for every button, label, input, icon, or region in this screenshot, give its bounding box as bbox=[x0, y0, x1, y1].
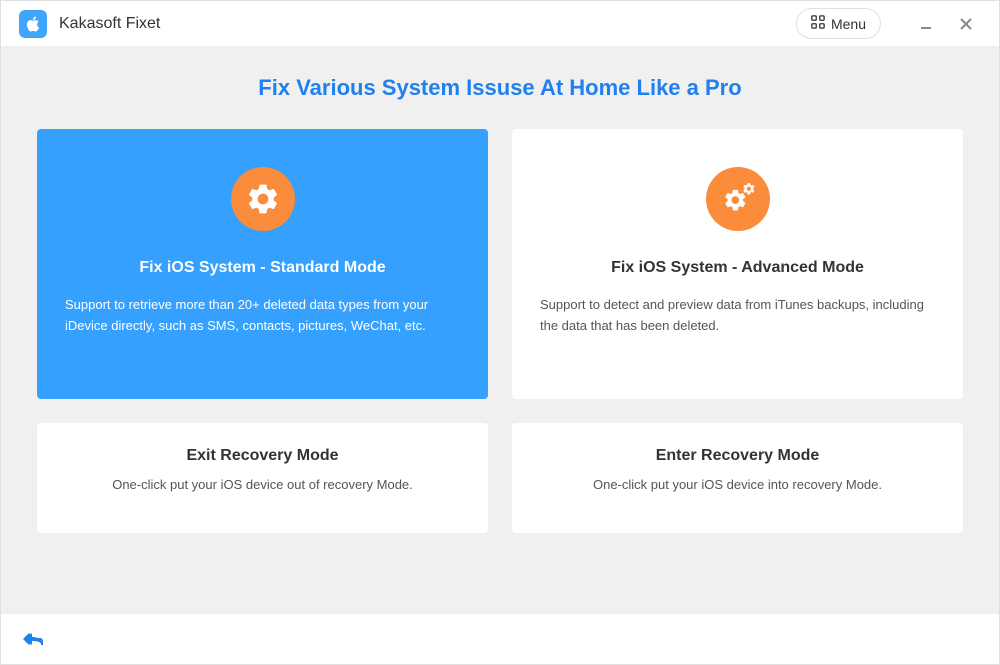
gears-icon bbox=[706, 167, 770, 231]
card-desc: Support to detect and preview data from … bbox=[540, 295, 935, 337]
card-desc: One-click put your iOS device out of rec… bbox=[65, 475, 460, 496]
titlebar: Kakasoft Fixet Menu bbox=[1, 1, 999, 47]
menu-grid-icon bbox=[811, 15, 825, 32]
minimize-button[interactable] bbox=[911, 9, 941, 39]
menu-button[interactable]: Menu bbox=[796, 8, 881, 39]
page-title: Fix Various System Issuse At Home Like a… bbox=[37, 75, 963, 101]
card-desc: One-click put your iOS device into recov… bbox=[540, 475, 935, 496]
card-title: Enter Recovery Mode bbox=[540, 447, 935, 465]
footer bbox=[1, 614, 999, 664]
back-button[interactable] bbox=[17, 624, 47, 654]
gear-icon bbox=[231, 167, 295, 231]
card-title: Fix iOS System - Advanced Mode bbox=[540, 259, 935, 277]
card-enter-recovery[interactable]: Enter Recovery Mode One-click put your i… bbox=[512, 423, 963, 533]
card-exit-recovery[interactable]: Exit Recovery Mode One-click put your iO… bbox=[37, 423, 488, 533]
card-advanced-mode[interactable]: Fix iOS System - Advanced Mode Support t… bbox=[512, 129, 963, 399]
close-button[interactable] bbox=[951, 9, 981, 39]
card-desc: Support to retrieve more than 20+ delete… bbox=[65, 295, 460, 337]
card-title: Fix iOS System - Standard Mode bbox=[65, 259, 460, 277]
card-grid: Fix iOS System - Standard Mode Support t… bbox=[37, 129, 963, 533]
app-logo-icon bbox=[19, 10, 47, 38]
content-area: Fix Various System Issuse At Home Like a… bbox=[1, 47, 999, 614]
card-standard-mode[interactable]: Fix iOS System - Standard Mode Support t… bbox=[37, 129, 488, 399]
app-window: Kakasoft Fixet Menu Fi bbox=[0, 0, 1000, 665]
menu-label: Menu bbox=[831, 16, 866, 32]
card-title: Exit Recovery Mode bbox=[65, 447, 460, 465]
app-title: Kakasoft Fixet bbox=[59, 15, 796, 33]
